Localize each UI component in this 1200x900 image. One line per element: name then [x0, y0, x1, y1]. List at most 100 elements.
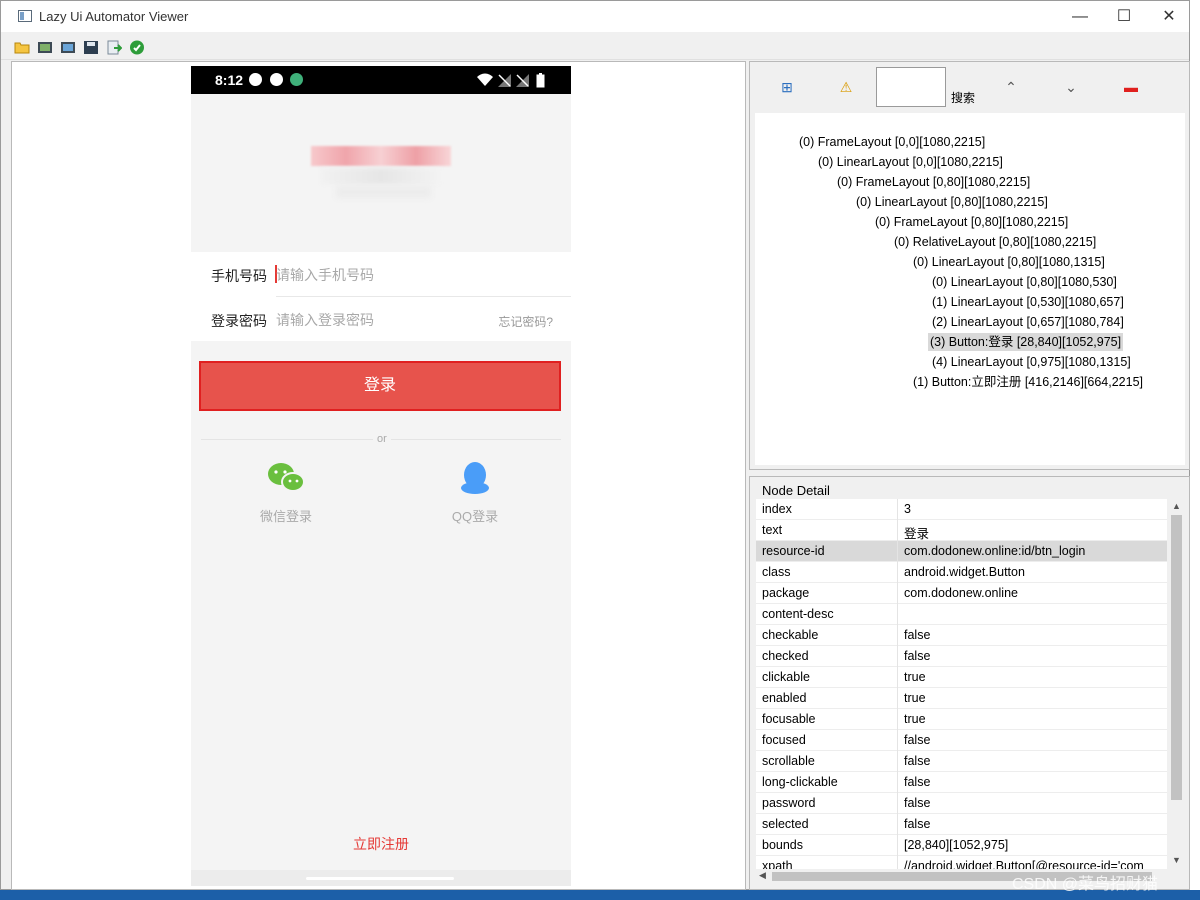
property-key: selected — [762, 817, 809, 831]
scrollbar-thumb[interactable] — [1171, 515, 1182, 800]
app-logo-area — [191, 94, 571, 252]
scroll-down-icon[interactable]: ▼ — [1172, 855, 1181, 865]
table-row[interactable]: package com.dodonew.online — [756, 583, 1167, 604]
qq-label: QQ登录 — [451, 509, 499, 524]
table-row[interactable]: selected false — [756, 814, 1167, 835]
tree-node[interactable]: (0) FrameLayout [0,80][1080,2215] — [873, 213, 1070, 231]
table-row[interactable]: bounds [28,840][1052,975] — [756, 835, 1167, 856]
property-key: content-desc — [762, 607, 834, 621]
property-value: true — [904, 691, 926, 705]
property-key: focusable — [762, 712, 816, 726]
wechat-label: 微信登录 — [259, 509, 312, 524]
table-row[interactable]: long-clickable false — [756, 772, 1167, 793]
table-row[interactable]: password false — [756, 793, 1167, 814]
scroll-up-icon[interactable]: ▲ — [1172, 501, 1181, 511]
forgot-password-link[interactable]: 忘记密码? — [498, 313, 553, 330]
property-key: xpath — [762, 859, 793, 869]
table-row[interactable]: focused false — [756, 730, 1167, 751]
property-key: class — [762, 565, 791, 579]
title-bar[interactable]: Lazy Ui Automator Viewer — ☐ ✕ — [1, 1, 1189, 32]
android-icon — [290, 73, 303, 86]
property-value: android.widget.Button — [904, 565, 1025, 579]
tree-node[interactable]: (0) LinearLayout [0,80][1080,2215] — [854, 193, 1050, 211]
scroll-left-icon[interactable]: ◀ — [759, 870, 766, 881]
maximize-button[interactable]: ☐ — [1101, 1, 1147, 32]
register-link[interactable]: 立即注册 — [191, 834, 571, 854]
tree-node[interactable]: (4) LinearLayout [0,975][1080,1315] — [930, 353, 1133, 371]
tree-node[interactable]: (0) LinearLayout [0,0][1080,2215] — [816, 153, 1005, 171]
chevron-up-icon[interactable]: ⌃ — [1001, 78, 1021, 96]
property-value: false — [904, 796, 931, 810]
password-label: 登录密码 — [211, 313, 267, 329]
chevron-down-icon[interactable]: ⌄ — [1061, 78, 1081, 96]
screenshot-compressed-icon[interactable] — [60, 40, 76, 55]
minus-icon[interactable]: ▬ — [1121, 78, 1141, 96]
refresh-icon[interactable] — [129, 40, 145, 55]
export-icon[interactable] — [106, 40, 122, 55]
save-icon[interactable] — [83, 40, 99, 55]
wechat-login[interactable]: 微信登录 — [241, 461, 331, 525]
tree-node[interactable]: (2) LinearLayout [0,657][1080,784] — [930, 313, 1126, 331]
screenshot-icon[interactable] — [37, 40, 53, 55]
login-button[interactable]: 登录 — [199, 361, 561, 411]
search-button[interactable]: 搜索 — [951, 89, 975, 106]
table-row[interactable]: checkable false — [756, 625, 1167, 646]
property-value: com.dodonew.online — [904, 586, 1018, 600]
property-key: long-clickable — [762, 775, 838, 789]
tree-node-selected[interactable]: (3) Button:登录 [28,840][1052,975] — [928, 333, 1124, 351]
table-row[interactable]: clickable true — [756, 667, 1167, 688]
table-row[interactable]: scrollable false — [756, 751, 1167, 772]
table-row[interactable]: focusable true — [756, 709, 1167, 730]
home-gesture-pill[interactable] — [306, 877, 454, 880]
tree-node[interactable]: (0) FrameLayout [0,80][1080,2215] — [835, 173, 1032, 191]
tree-node[interactable]: (0) LinearLayout [0,80][1080,1315] — [911, 253, 1107, 271]
close-button[interactable]: ✕ — [1146, 1, 1192, 32]
node-detail-panel: Node Detail index 3 text 登录 resource-id com… — [749, 476, 1190, 890]
or-separator: or — [373, 433, 391, 445]
property-value: true — [904, 712, 926, 726]
phone-input[interactable] — [276, 265, 476, 285]
login-form: 手机号码 登录密码 忘记密码? — [191, 252, 571, 341]
signal-icon — [516, 74, 529, 87]
phone-screen: 8:12 手机号码 请输入手机号码 登录密码 请输入登录密码 忘记密码? 登录 … — [191, 66, 571, 886]
expand-all-icon[interactable]: ⊞ — [777, 78, 797, 96]
property-key: scrollable — [762, 754, 815, 768]
tree-node[interactable]: (0) RelativeLayout [0,80][1080,2215] — [892, 233, 1098, 251]
tree-node[interactable]: (0) FrameLayout [0,0][1080,2215] — [797, 133, 987, 151]
property-key: password — [762, 796, 816, 810]
table-row[interactable]: text 登录 — [756, 520, 1167, 541]
table-row[interactable]: class android.widget.Button — [756, 562, 1167, 583]
property-key: checked — [762, 649, 809, 663]
tree-node[interactable]: (1) LinearLayout [0,530][1080,657] — [930, 293, 1126, 311]
vertical-scrollbar[interactable]: ▲ ▼ — [1168, 499, 1185, 869]
open-folder-icon[interactable] — [14, 40, 30, 55]
notification-icon — [249, 73, 262, 86]
detail-title: Node Detail — [762, 483, 830, 498]
property-key: package — [762, 586, 810, 600]
status-time: 8:12 — [215, 72, 244, 88]
table-row-selected[interactable]: resource-id com.dodonew.online:id/btn_log… — [756, 541, 1167, 562]
table-row[interactable]: enabled true — [756, 688, 1167, 709]
table-row[interactable]: xpath //android.widget.Button[@resource-i… — [756, 856, 1167, 869]
table-row[interactable]: checked false — [756, 646, 1167, 667]
tree-node[interactable]: (1) Button:立即注册 [416,2146][664,2215] — [911, 373, 1145, 391]
phone-label: 手机号码 — [211, 268, 267, 284]
wechat-icon — [268, 463, 305, 492]
device-screenshot-panel: 8:12 手机号码 请输入手机号码 登录密码 请输入登录密码 忘记密码? 登录 … — [11, 61, 746, 890]
tree-node[interactable]: (0) LinearLayout [0,80][1080,530] — [930, 273, 1119, 291]
property-value: [28,840][1052,975] — [904, 838, 1009, 852]
warning-icon[interactable]: ⚠ — [836, 78, 856, 96]
table-row[interactable]: index 3 — [756, 499, 1167, 520]
property-key: resource-id — [762, 544, 825, 558]
property-value: false — [904, 817, 931, 831]
table-row[interactable]: content-desc — [756, 604, 1167, 625]
qq-login[interactable]: QQ登录 — [430, 461, 520, 525]
signal-icon — [498, 74, 511, 87]
desktop-background — [1190, 0, 1200, 900]
search-input[interactable] — [876, 67, 946, 107]
minimize-button[interactable]: — — [1057, 1, 1103, 32]
notification-icon — [270, 73, 283, 86]
property-value: false — [904, 649, 931, 663]
password-input[interactable] — [276, 310, 476, 330]
property-key: bounds — [762, 838, 804, 852]
